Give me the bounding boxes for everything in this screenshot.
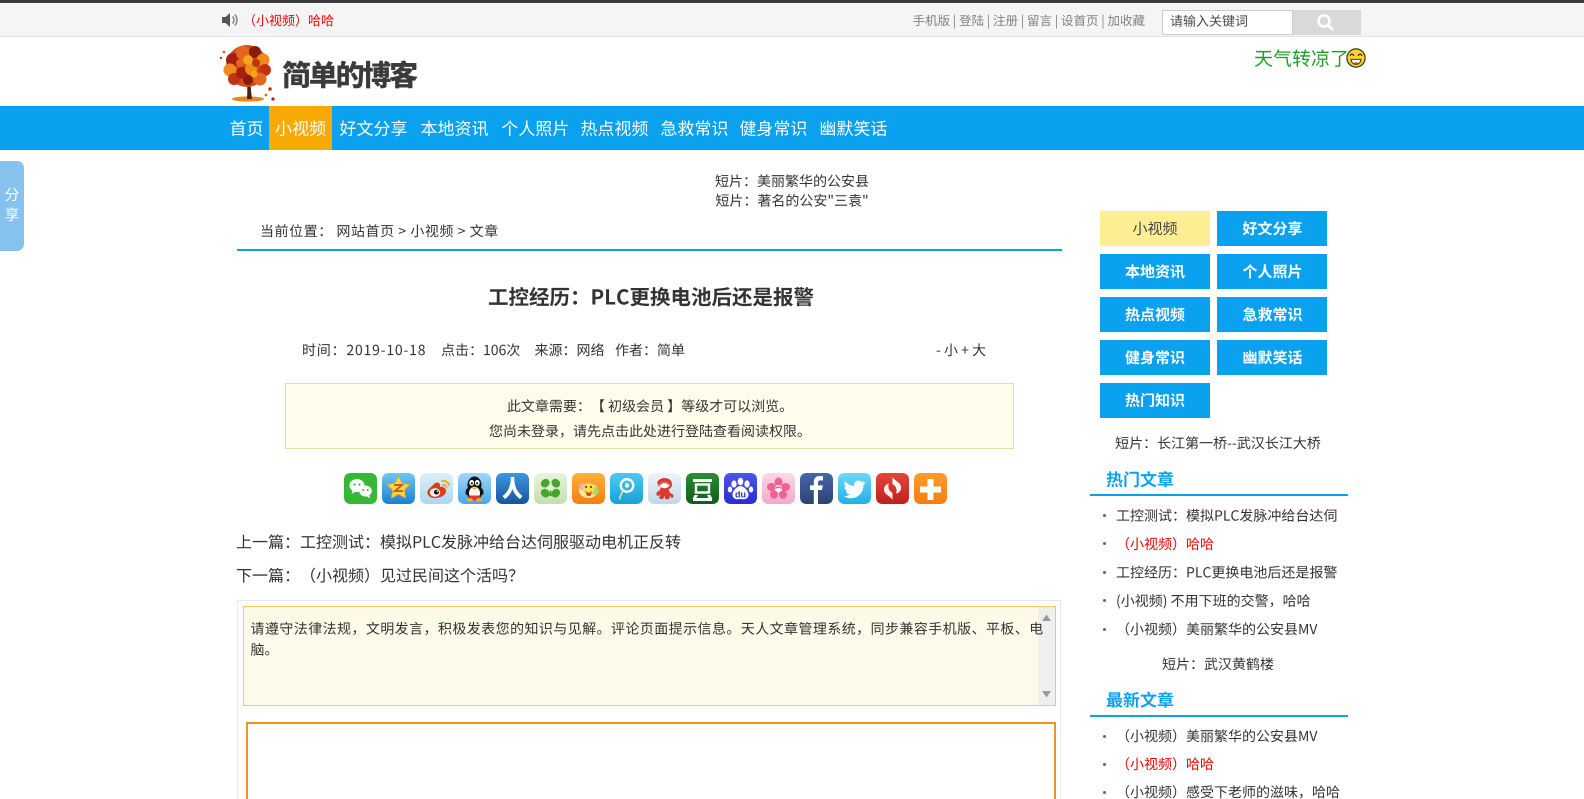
svg-text:du: du bbox=[735, 490, 746, 500]
